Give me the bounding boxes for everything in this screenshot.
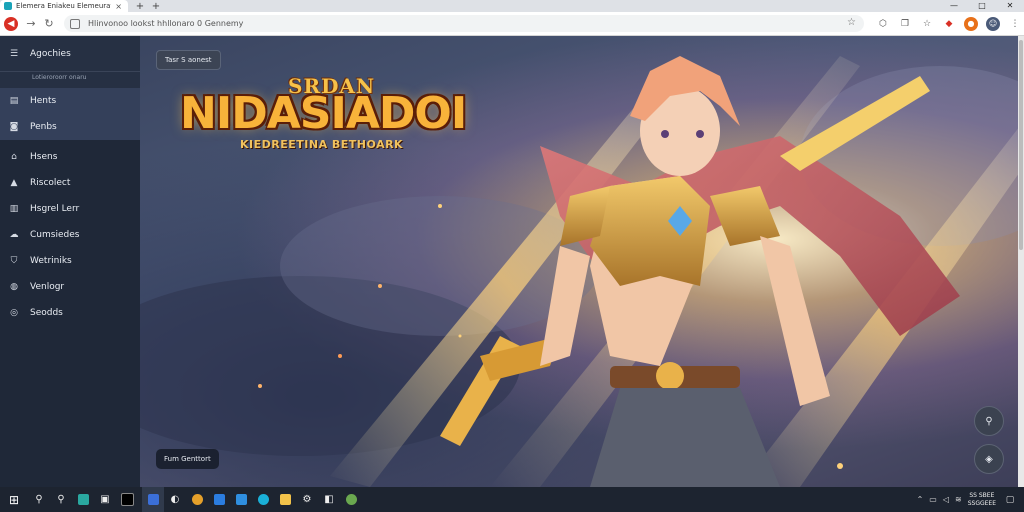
windows-icon[interactable]: ⊞ bbox=[0, 487, 28, 512]
address-bar[interactable]: Hlinvonoo lookst hhllonaro 0 Gennemy ☆ bbox=[64, 15, 864, 32]
url-text[interactable]: Hlinvonoo lookst hhllonaro 0 Gennemy bbox=[88, 19, 243, 28]
clock-date: SSGGEEE bbox=[967, 499, 996, 507]
store-icon[interactable] bbox=[72, 487, 94, 512]
browser-tabbar: Elemera Eniakeu Elemeuratok × + + — □ ✕ bbox=[0, 0, 1024, 12]
sidebar-item-label: Penbs bbox=[30, 122, 57, 132]
files-icon[interactable]: ▣ bbox=[94, 487, 116, 512]
new-tab-button-alt[interactable]: + bbox=[150, 1, 162, 12]
sidebar-sub-label: Lotieroroorr onaru bbox=[0, 72, 140, 88]
scrollbar-thumb[interactable] bbox=[1019, 40, 1023, 250]
globe-icon: ◍ bbox=[10, 282, 18, 292]
hero-top-chip[interactable]: Tasr S aonest bbox=[156, 50, 221, 70]
maximize-button[interactable]: □ bbox=[968, 0, 996, 12]
taskbar: ⊞ ⚲ ⚲ ▣ ◐ ⚙ ◧ ⌃ ▭ ◁ ≋ SS SBEE SSGGEEE ▢ bbox=[0, 487, 1024, 512]
menu-icon[interactable]: ⋮ bbox=[1008, 17, 1022, 31]
favorites-icon[interactable]: ☆ bbox=[920, 17, 934, 31]
chat-icon: ◙ bbox=[9, 122, 19, 132]
chevron-up-icon[interactable]: ⌃ bbox=[917, 495, 924, 504]
settings-icon: ◎ bbox=[10, 308, 18, 318]
sidebar: ☰ Agochies Lotieroroorr onaru ▤ Hents ◙ … bbox=[0, 36, 140, 487]
sidebar-item-hents[interactable]: ▤ Hents bbox=[0, 88, 140, 114]
game-icon[interactable] bbox=[340, 487, 362, 512]
sidebar-item-hsgrel[interactable]: ▥ Hsgrel Lerr bbox=[0, 196, 140, 222]
sidebar-item-label: Hents bbox=[30, 96, 57, 106]
star-icon[interactable]: ☆ bbox=[847, 17, 856, 28]
sidebar-item-penbs[interactable]: ◙ Penbs bbox=[0, 114, 140, 140]
game-logo-subtitle: KIEDREETINA BETHOARK bbox=[240, 138, 404, 151]
chrome-icon[interactable] bbox=[186, 487, 208, 512]
profile-avatar-icon[interactable]: ☺ bbox=[986, 16, 1000, 31]
photos-icon[interactable]: ◧ bbox=[318, 487, 340, 512]
red-extension-icon[interactable]: ◆ bbox=[942, 17, 956, 31]
toolbar-icons: ⬡ ❐ ☆ ◆ ● ☺ ⋮ bbox=[876, 16, 1022, 31]
camera-icon[interactable]: ◐ bbox=[164, 487, 186, 512]
user-icon[interactable]: ⚲ bbox=[974, 406, 1004, 436]
tab-close-icon[interactable]: × bbox=[115, 2, 122, 11]
wifi-icon[interactable]: ≋ bbox=[955, 495, 962, 504]
hero-bottom-chip[interactable]: Fum Genttort bbox=[156, 449, 219, 469]
hero-banner: Tasr S aonest SRDAN NIDASIADOI KIEDREETI… bbox=[140, 36, 1024, 487]
sidebar-item-label: Cumsiedes bbox=[30, 230, 80, 240]
folder-icon[interactable] bbox=[274, 487, 296, 512]
game-logo: NIDASIADOI bbox=[180, 88, 467, 139]
browser-icon[interactable] bbox=[252, 487, 274, 512]
home-icon: ⌂ bbox=[11, 152, 17, 162]
back-icon[interactable]: ◀ bbox=[4, 16, 18, 31]
page-scrollbar[interactable] bbox=[1018, 36, 1024, 487]
settings-icon[interactable]: ⚙ bbox=[296, 487, 318, 512]
file-icon: ▥ bbox=[9, 204, 19, 214]
bookmarks-icon[interactable]: ❐ bbox=[898, 17, 912, 31]
clock-time: SS SBEE bbox=[969, 491, 995, 499]
map-marker-icon[interactable]: ◈ bbox=[974, 444, 1004, 474]
volume-icon[interactable]: ◁ bbox=[943, 495, 949, 504]
sidebar-item-label: Hsens bbox=[30, 152, 58, 162]
system-tray: ⌃ ▭ ◁ ≋ SS SBEE SSGGEEE ▢ bbox=[917, 487, 1024, 512]
extension-icon[interactable]: ⬡ bbox=[876, 17, 890, 31]
orange-extension-icon[interactable]: ● bbox=[964, 16, 978, 31]
forward-icon[interactable]: → bbox=[22, 15, 40, 33]
minimize-button[interactable]: — bbox=[940, 0, 968, 12]
sidebar-item-seodds[interactable]: ◎ Seodds bbox=[0, 300, 140, 326]
close-window-button[interactable]: ✕ bbox=[996, 0, 1024, 12]
reload-icon[interactable]: ↻ bbox=[40, 15, 58, 33]
window-controls: — □ ✕ bbox=[940, 0, 1024, 12]
terminal-icon[interactable] bbox=[116, 487, 138, 512]
notification-icon[interactable]: ▢ bbox=[1002, 492, 1018, 508]
sidebar-item-label: Hsgrel Lerr bbox=[30, 204, 80, 214]
tab-title: Elemera Eniakeu Elemeuratok bbox=[16, 2, 112, 10]
warning-icon: ▲ bbox=[10, 178, 18, 188]
system-clock[interactable]: SS SBEE SSGGEEE bbox=[968, 492, 996, 508]
sidebar-item-cumsiedes[interactable]: ☁ Cumsiedes bbox=[0, 222, 140, 248]
new-tab-button[interactable]: + bbox=[134, 1, 146, 12]
document-icon: ▤ bbox=[9, 96, 19, 106]
browser-tab[interactable]: Elemera Eniakeu Elemeuratok × bbox=[0, 0, 128, 12]
sidebar-item-hsens[interactable]: ⌂ Hsens bbox=[0, 144, 140, 170]
sidebar-item-wetriniks[interactable]: ⛉ Wetriniks bbox=[0, 248, 140, 274]
sidebar-item-riscolect[interactable]: ▲ Riscolect bbox=[0, 170, 140, 196]
mail-icon[interactable] bbox=[230, 487, 252, 512]
network-icon[interactable]: ▭ bbox=[929, 495, 937, 504]
search-icon[interactable]: ⚲ bbox=[50, 487, 72, 512]
tab-favicon-icon bbox=[4, 2, 12, 10]
search-icon[interactable]: ⚲ bbox=[28, 487, 50, 512]
sidebar-item-label: Riscolect bbox=[30, 178, 71, 188]
browser-toolbar: ◀ → ↻ Hlinvonoo lookst hhllonaro 0 Genne… bbox=[0, 12, 1024, 36]
lock-icon bbox=[70, 18, 80, 29]
shield-icon: ⛉ bbox=[10, 256, 18, 266]
sidebar-header-label: Agochies bbox=[30, 48, 71, 59]
app-icon[interactable] bbox=[142, 487, 164, 512]
menu-icon: ☰ bbox=[9, 48, 19, 59]
cloud-icon: ☁ bbox=[9, 230, 19, 240]
sidebar-item-venlogr[interactable]: ◍ Venlogr bbox=[0, 274, 140, 300]
sidebar-header[interactable]: ☰ Agochies bbox=[0, 36, 140, 72]
edge-icon[interactable] bbox=[208, 487, 230, 512]
sidebar-item-label: Wetriniks bbox=[30, 256, 72, 266]
sidebar-item-label: Venlogr bbox=[30, 282, 65, 292]
sidebar-item-label: Seodds bbox=[30, 308, 63, 318]
